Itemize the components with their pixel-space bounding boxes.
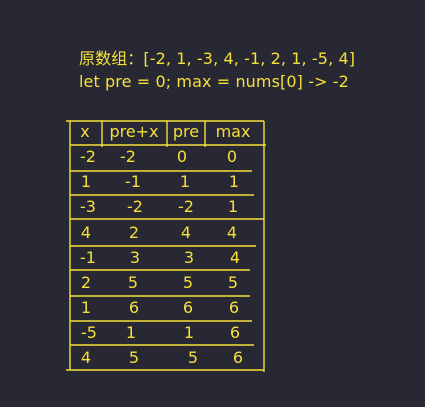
table-cell: 0 — [176, 147, 188, 166]
table-cell: 3 — [183, 248, 195, 267]
table-cell: 1 — [183, 323, 195, 342]
table-cell: 4 — [226, 223, 238, 242]
table-cell: -1 — [125, 172, 141, 191]
table-cell: 6 — [228, 298, 240, 317]
table-cell: 4 — [229, 248, 241, 267]
table-cell: -2 — [127, 197, 143, 216]
table-cell: -2 — [178, 197, 194, 216]
table-cell: 6 — [128, 298, 140, 317]
table-cell: 6 — [182, 298, 194, 317]
table-cell: 5 — [182, 273, 194, 292]
table-cell: 1 — [80, 172, 92, 191]
table-cell: -5 — [81, 323, 97, 342]
table-cell: 5 — [127, 273, 139, 292]
table-cell: 6 — [229, 323, 241, 342]
table-cell: 1 — [125, 323, 137, 342]
header-cell: max — [215, 122, 251, 141]
table-cell: 4 — [80, 348, 92, 367]
header-cell: pre — [172, 122, 200, 141]
table-cell: 2 — [128, 223, 140, 242]
header-cell: x — [80, 122, 90, 141]
table-cell: 1 — [227, 197, 239, 216]
table-cell: -2 — [80, 147, 96, 166]
table-cell: 1 — [80, 298, 92, 317]
table-cell: 5 — [128, 348, 140, 367]
table-cell: 6 — [232, 348, 244, 367]
table-cell: 1 — [179, 172, 191, 191]
table-cell: 5 — [227, 273, 239, 292]
table-cell: -2 — [120, 147, 136, 166]
table-cell: -3 — [80, 197, 96, 216]
table-cell: 3 — [129, 248, 141, 267]
table-cell: 2 — [80, 273, 92, 292]
table-cell: 5 — [187, 348, 199, 367]
table-cell: -1 — [80, 248, 96, 267]
header-cell: pre+x — [109, 122, 159, 141]
table-cell: 0 — [226, 147, 238, 166]
table-grid — [66, 120, 266, 372]
table-cell: 1 — [228, 172, 240, 191]
table-cell: 4 — [80, 223, 92, 242]
table-cell: 4 — [180, 223, 192, 242]
